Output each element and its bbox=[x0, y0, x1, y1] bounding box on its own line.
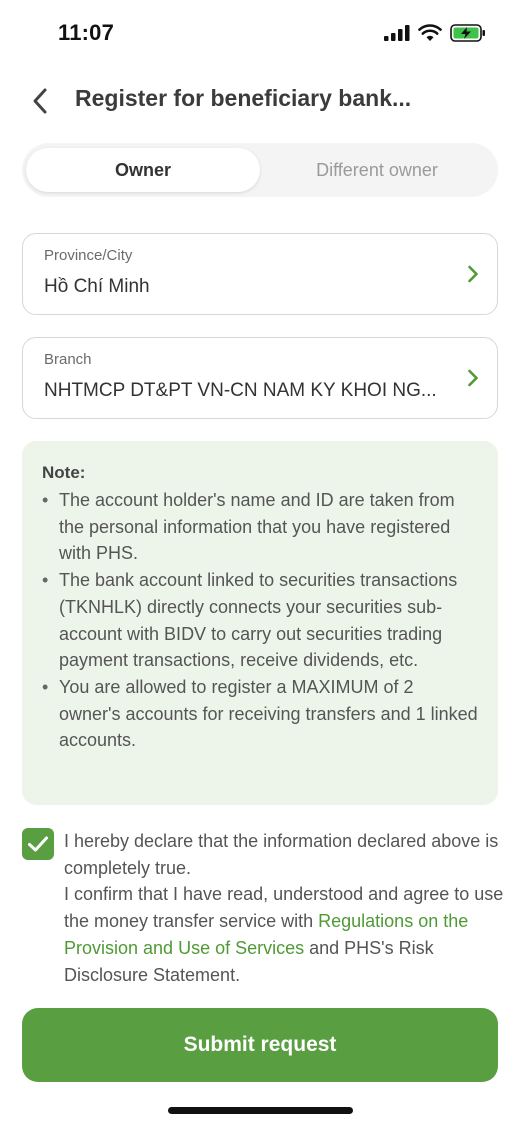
wifi-icon bbox=[418, 24, 442, 41]
battery-charging-icon bbox=[450, 24, 485, 42]
declaration-confirm: I confirm that I have read, understood a… bbox=[64, 881, 504, 988]
declaration-text: I hereby declare that the information de… bbox=[64, 828, 504, 988]
branch-selector[interactable]: Branch NHTMCP DT&PT VN-CN NAM KY KHOI NG… bbox=[22, 337, 498, 419]
note-title: Note: bbox=[42, 463, 86, 482]
checkmark-icon bbox=[28, 836, 48, 852]
chevron-left-icon bbox=[33, 88, 47, 114]
chevron-right-icon bbox=[468, 265, 478, 283]
note-list: The account holder's name and ID are tak… bbox=[42, 487, 478, 754]
province-city-value: Hồ Chí Minh bbox=[44, 276, 150, 297]
province-city-selector[interactable]: Province/City Hồ Chí Minh bbox=[22, 233, 498, 315]
note-item: You are allowed to register a MAXIMUM of… bbox=[42, 674, 478, 754]
home-indicator bbox=[168, 1107, 353, 1114]
branch-label: Branch bbox=[44, 351, 92, 368]
province-city-label: Province/City bbox=[44, 247, 133, 264]
note-item: The bank account linked to securities tr… bbox=[42, 567, 478, 674]
submit-request-button[interactable]: Submit request bbox=[22, 1008, 498, 1082]
signal-icon bbox=[384, 25, 410, 41]
declaration-statement: I hereby declare that the information de… bbox=[64, 831, 499, 878]
page-title: Register for beneficiary bank... bbox=[75, 85, 412, 111]
status-time: 11:07 bbox=[58, 20, 115, 45]
back-button[interactable] bbox=[28, 86, 52, 116]
note-item: The account holder's name and ID are tak… bbox=[42, 487, 478, 567]
declaration-checkbox[interactable] bbox=[22, 828, 54, 860]
owner-segmented-control: Owner Different owner bbox=[22, 143, 498, 197]
chevron-right-icon bbox=[468, 369, 478, 387]
branch-value: NHTMCP DT&PT VN-CN NAM KY KHOI NG... bbox=[44, 380, 437, 401]
system-icons bbox=[384, 24, 486, 42]
note-box: Note: The account holder's name and ID a… bbox=[22, 441, 498, 805]
tab-owner[interactable]: Owner bbox=[26, 148, 260, 192]
tab-different-owner[interactable]: Different owner bbox=[260, 148, 494, 192]
